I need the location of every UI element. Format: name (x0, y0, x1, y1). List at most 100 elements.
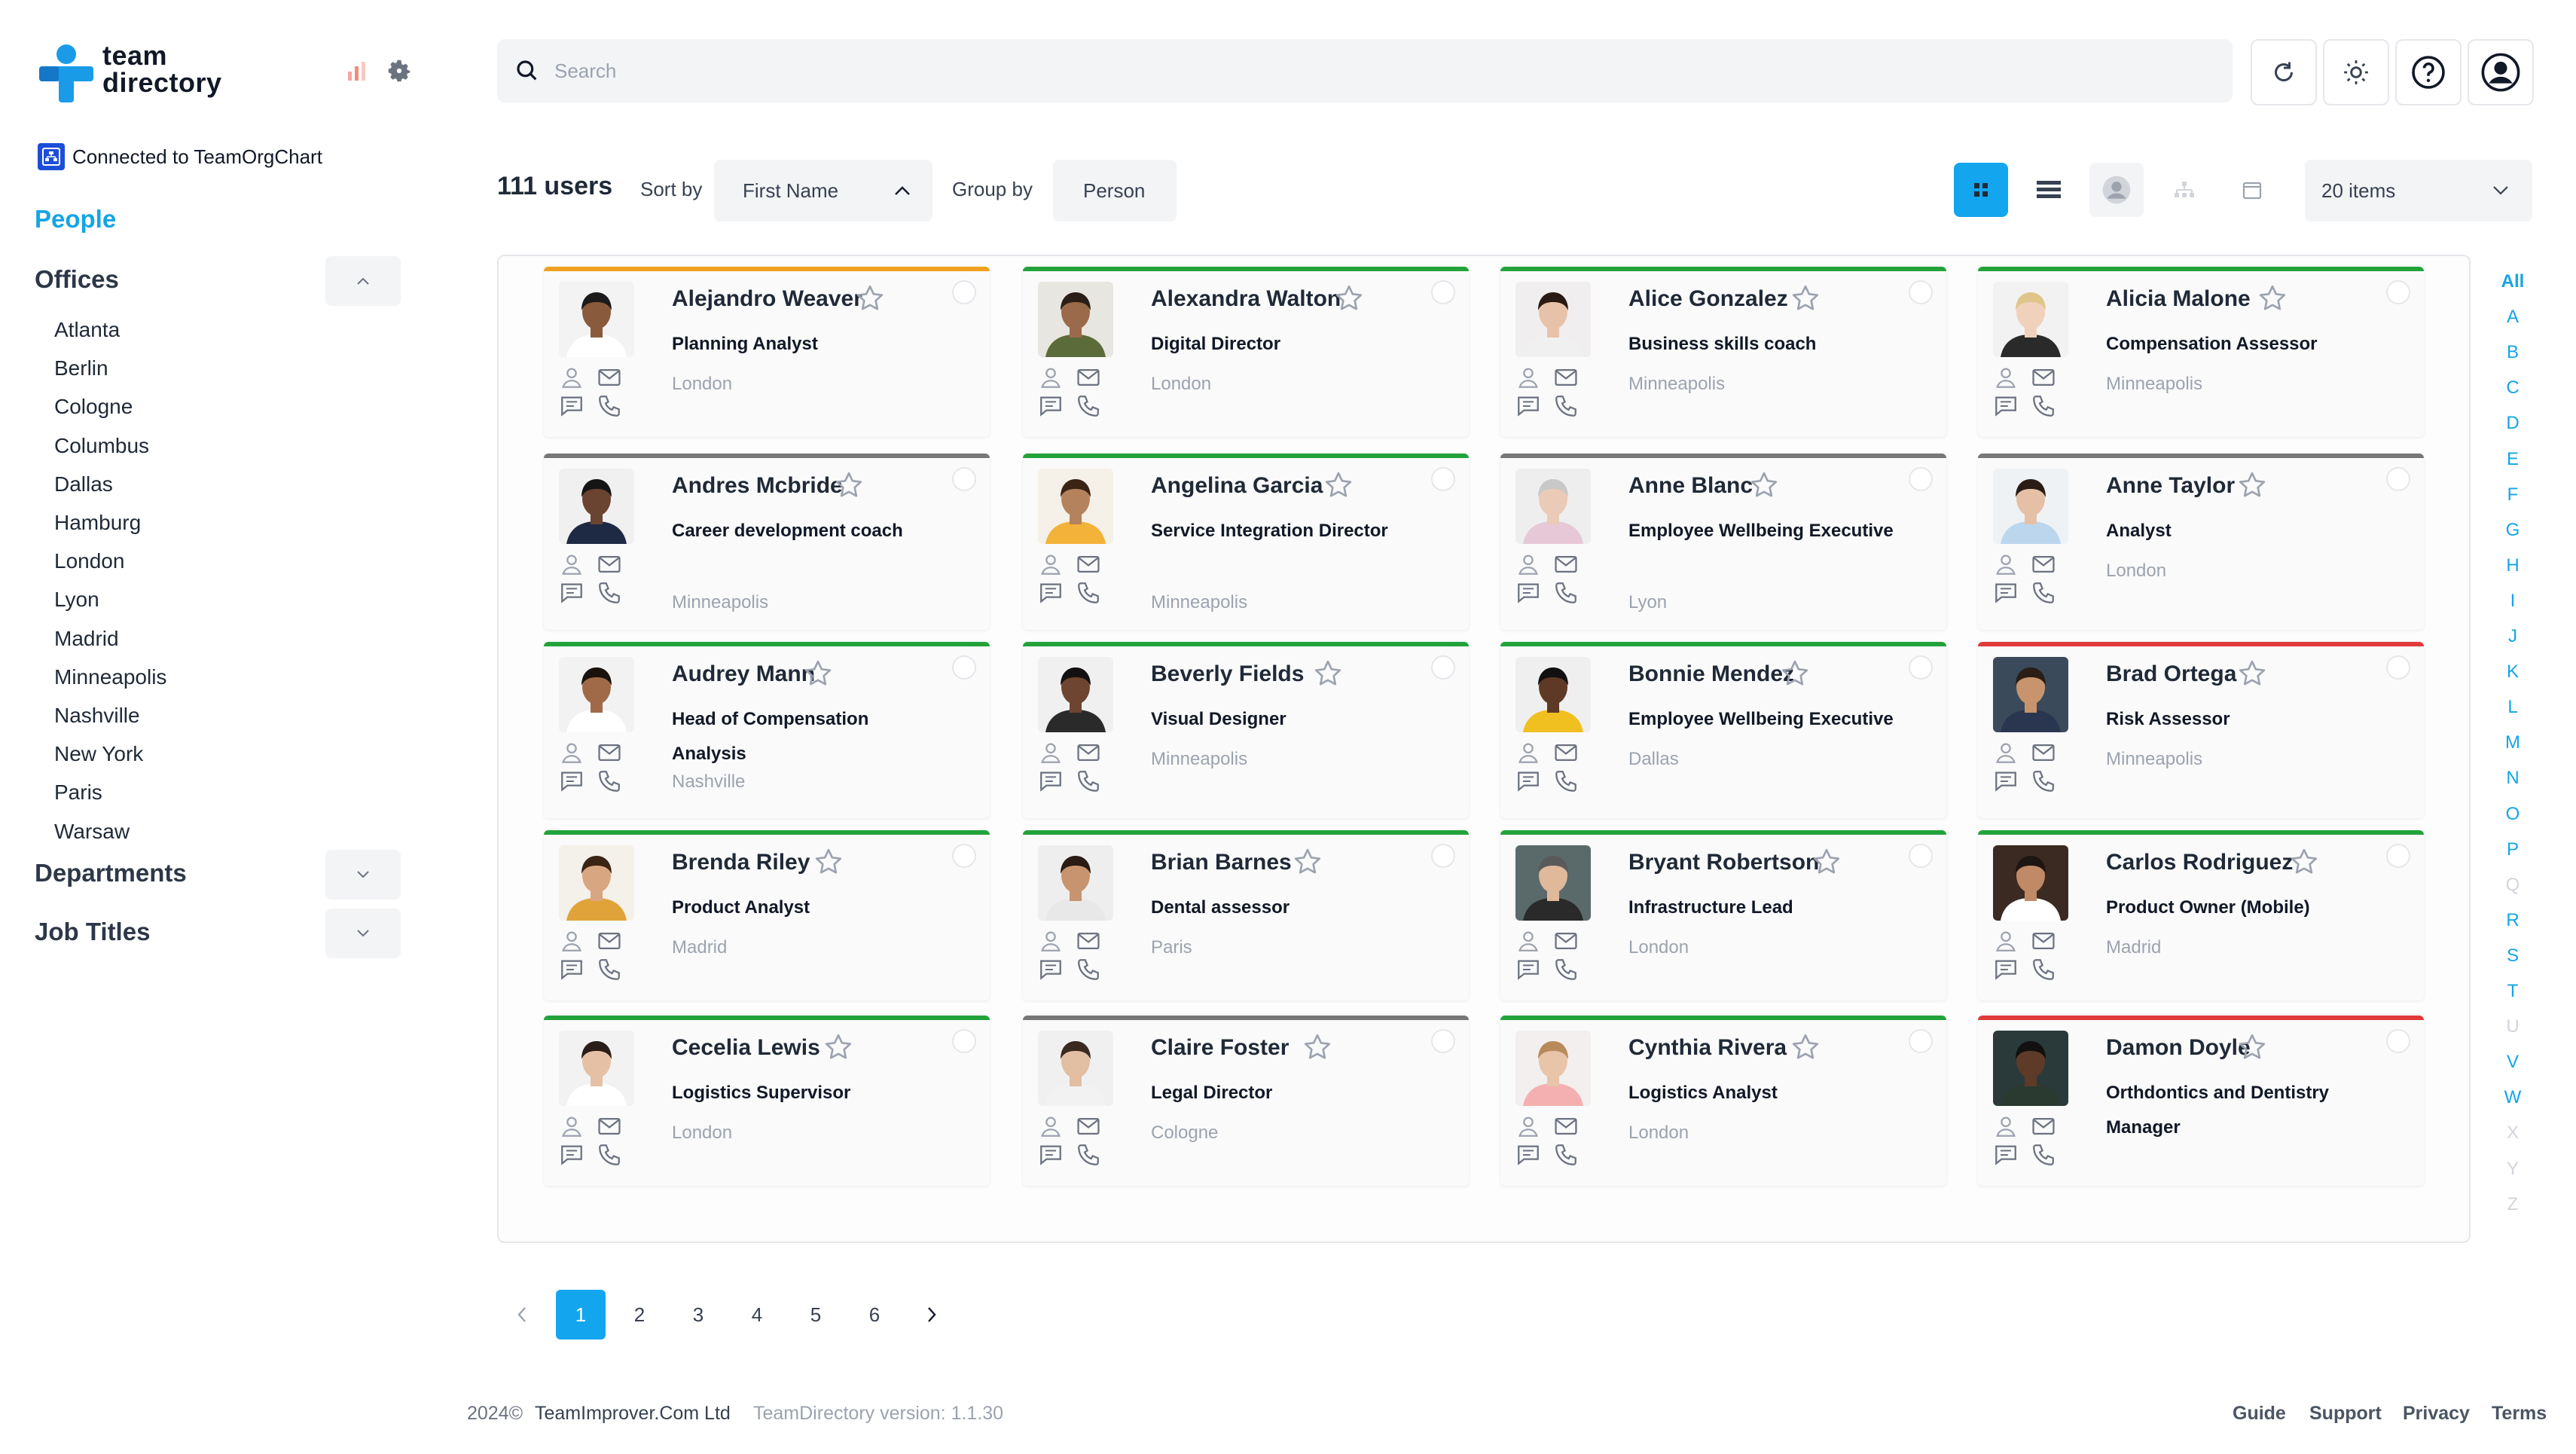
user-name[interactable]: Damon Doyle (2106, 1035, 2251, 1061)
phone-button[interactable] (2031, 393, 2056, 419)
email-button[interactable] (2031, 551, 2056, 577)
profile-button[interactable] (559, 740, 584, 765)
user-card[interactable]: Andres Mcbride Career development coach Mi… (544, 454, 990, 630)
footer-link-support[interactable]: Support (2309, 1403, 2382, 1425)
email-button[interactable] (597, 928, 622, 954)
avatar[interactable] (1515, 845, 1591, 921)
chat-button[interactable] (1993, 957, 2019, 982)
phone-button[interactable] (2031, 957, 2056, 982)
avatar[interactable] (1515, 1031, 1591, 1106)
user-name[interactable]: Anne Taylor (2106, 473, 2235, 499)
grid-view-button[interactable] (1954, 163, 2008, 217)
connection-status[interactable]: Connected to TeamOrgChart (38, 143, 322, 170)
theme-toggle-button[interactable] (2323, 39, 2389, 105)
favorite-button[interactable] (813, 847, 844, 877)
select-checkbox[interactable] (2386, 655, 2410, 680)
email-button[interactable] (2031, 1113, 2056, 1139)
favorite-button[interactable] (823, 1032, 853, 1062)
favorite-button[interactable] (1293, 847, 1323, 877)
select-checkbox[interactable] (2386, 1029, 2410, 1053)
office-item[interactable]: Cologne (54, 395, 133, 419)
user-card[interactable]: Claire Foster Legal Director Cologne (1023, 1016, 1469, 1186)
alpha-all[interactable]: All (2498, 271, 2528, 292)
select-checkbox[interactable] (2386, 844, 2410, 868)
chat-button[interactable] (559, 580, 584, 606)
offices-heading[interactable]: Offices (35, 265, 119, 294)
user-card[interactable]: Audrey Mann Head of Compensation Analysis… (544, 642, 990, 818)
phone-button[interactable] (1553, 580, 1579, 606)
page-5-button[interactable]: 5 (791, 1290, 841, 1339)
user-name[interactable]: Alice Gonzalez (1628, 286, 1788, 312)
user-card[interactable]: Angelina Garcia Service Integration Direc… (1023, 454, 1469, 630)
avatar[interactable] (559, 282, 634, 357)
alpha-letter-o[interactable]: O (2498, 804, 2528, 825)
search-bar[interactable] (497, 39, 2233, 102)
user-card[interactable]: Alejandro Weaver Planning Analyst London (544, 267, 990, 437)
email-button[interactable] (2031, 365, 2056, 390)
select-checkbox[interactable] (2386, 467, 2410, 491)
favorite-button[interactable] (1749, 470, 1779, 500)
phone-button[interactable] (1076, 1142, 1101, 1168)
phone-button[interactable] (1553, 393, 1579, 419)
page-3-button[interactable]: 3 (673, 1290, 723, 1339)
avatar[interactable] (1038, 282, 1113, 357)
profile-button[interactable] (1993, 551, 2019, 577)
office-item[interactable]: Minneapolis (54, 665, 166, 689)
favorite-button[interactable] (2237, 1032, 2267, 1062)
user-name[interactable]: Brad Ortega (2106, 661, 2236, 687)
refresh-button[interactable] (2251, 39, 2317, 105)
profile-button[interactable] (559, 551, 584, 577)
items-per-page-select[interactable]: 20 items (2305, 160, 2532, 221)
chat-button[interactable] (1038, 957, 1064, 982)
user-card[interactable]: Anne Taylor Analyst London (1978, 454, 2424, 630)
user-account-button[interactable] (2468, 39, 2534, 105)
footer-link-privacy[interactable]: Privacy (2403, 1403, 2470, 1425)
user-name[interactable]: Alexandra Walton (1151, 286, 1341, 312)
user-card[interactable]: Brenda Riley Product Analyst Madrid (544, 830, 990, 1000)
chat-button[interactable] (1515, 1142, 1541, 1168)
user-card[interactable]: Brian Barnes Dental assessor Paris (1023, 830, 1469, 1000)
email-button[interactable] (1553, 740, 1579, 765)
alpha-letter-e[interactable]: E (2498, 449, 2528, 470)
email-button[interactable] (2031, 740, 2056, 765)
office-item[interactable]: Madrid (54, 627, 119, 651)
user-name[interactable]: Alicia Malone (2106, 286, 2251, 312)
profile-button[interactable] (1038, 928, 1064, 954)
chat-button[interactable] (1993, 768, 2019, 794)
avatar[interactable] (1515, 657, 1591, 732)
alpha-letter-l[interactable]: L (2498, 697, 2528, 718)
profile-button[interactable] (559, 1113, 584, 1139)
footer-link-guide[interactable]: Guide (2233, 1403, 2286, 1425)
user-card[interactable]: Bonnie Mendez Employee Wellbeing Executiv… (1500, 642, 1946, 818)
user-card[interactable]: Beverly Fields Visual Designer Minneapolis (1023, 642, 1469, 818)
favorite-button[interactable] (1302, 1032, 1332, 1062)
user-name[interactable]: Bryant Robertson (1628, 850, 1819, 875)
favorite-button[interactable] (1313, 658, 1343, 689)
select-checkbox[interactable] (1431, 655, 1455, 680)
favorite-button[interactable] (2289, 847, 2319, 877)
select-checkbox[interactable] (1909, 280, 1933, 304)
favorite-button[interactable] (2237, 470, 2267, 500)
user-card[interactable]: Cecelia Lewis Logistics Supervisor London (544, 1016, 990, 1186)
profile-button[interactable] (1515, 365, 1541, 390)
user-card[interactable]: Cynthia Rivera Logistics Analyst London (1500, 1016, 1946, 1186)
email-button[interactable] (597, 551, 622, 577)
favorite-button[interactable] (1790, 1032, 1821, 1062)
select-checkbox[interactable] (952, 280, 976, 304)
avatar[interactable] (559, 469, 634, 544)
avatar[interactable] (1038, 1031, 1113, 1106)
chat-button[interactable] (1515, 957, 1541, 982)
search-input[interactable] (553, 58, 2138, 84)
chat-button[interactable] (1515, 393, 1541, 419)
calendar-view-button[interactable] (2225, 163, 2279, 217)
analytics-button[interactable] (340, 54, 374, 87)
chat-button[interactable] (1993, 580, 2019, 606)
footer-link-terms[interactable]: Terms (2492, 1403, 2547, 1425)
alpha-letter-n[interactable]: N (2498, 768, 2528, 789)
office-item[interactable]: Nashville (54, 704, 140, 728)
avatar[interactable] (1993, 282, 2068, 357)
profile-button[interactable] (559, 365, 584, 390)
list-view-button[interactable] (2022, 163, 2076, 217)
phone-button[interactable] (1553, 768, 1579, 794)
chat-button[interactable] (1515, 580, 1541, 606)
